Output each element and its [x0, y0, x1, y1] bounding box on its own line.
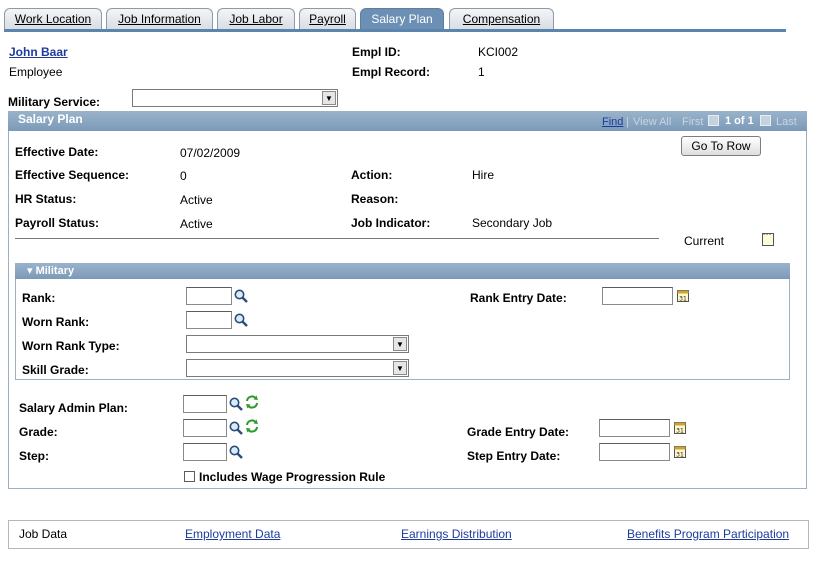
action-value: Hire [472, 168, 495, 182]
worn-rank-label: Worn Rank: [22, 315, 90, 329]
footer-earnings-distribution-link[interactable]: Earnings Distribution [401, 527, 512, 541]
empl-id-value: KCI002 [478, 45, 519, 59]
nav-separator: | [626, 116, 629, 128]
svg-text:31: 31 [679, 296, 687, 303]
tab-label: Work Location [14, 12, 92, 26]
tab-label: Compensation [462, 12, 541, 26]
wage-progression-label: Includes Wage Progression Rule [199, 470, 386, 484]
green-refresh-icon[interactable] [244, 418, 260, 434]
current-label: Current [684, 234, 725, 248]
worn-rank-type-select[interactable]: ▼ [186, 335, 409, 353]
payroll-status-value: Active [180, 217, 213, 231]
effective-sequence-value: 0 [180, 169, 187, 183]
military-title: Military [35, 265, 75, 277]
hr-status-value: Active [180, 193, 213, 207]
grade-entry-date-label: Grade Entry Date: [467, 425, 570, 439]
green-refresh-icon[interactable] [244, 394, 260, 410]
previous-arrow-icon[interactable] [708, 115, 719, 126]
chevron-down-icon: ▼ [393, 337, 407, 351]
tab-compensation[interactable]: Compensation [449, 8, 554, 29]
tab-salary-plan[interactable]: Salary Plan [360, 8, 444, 30]
calendar-icon[interactable]: 31 [672, 444, 688, 460]
tab-work-location[interactable]: Work Location [4, 8, 102, 29]
salary-plan-title: Salary Plan [18, 112, 83, 126]
first-link[interactable]: First [682, 116, 703, 128]
view-all-link[interactable]: View All [633, 116, 671, 128]
footer-job-data: Job Data [19, 527, 68, 541]
skill-grade-label: Skill Grade: [22, 363, 89, 377]
find-link[interactable]: Find [602, 116, 623, 128]
salary-plan-header: Salary Plan Find | View All First 1 of 1… [8, 111, 807, 131]
notepad-icon[interactable] [760, 231, 776, 247]
tab-payroll[interactable]: Payroll [299, 8, 356, 29]
salary-admin-plan-label: Salary Admin Plan: [19, 401, 128, 415]
footer-employment-data-link[interactable]: Employment Data [185, 527, 280, 541]
rank-input[interactable] [186, 287, 232, 305]
step-entry-date-label: Step Entry Date: [467, 449, 561, 463]
go-to-row-button[interactable]: Go To Row [681, 136, 761, 156]
worn-rank-input[interactable] [186, 311, 232, 329]
job-indicator-value: Secondary Job [472, 216, 553, 230]
magnifier-icon[interactable] [228, 444, 244, 460]
rank-entry-date-label: Rank Entry Date: [470, 291, 567, 305]
magnifier-icon[interactable] [228, 396, 244, 412]
footer-benefits-program-link[interactable]: Benefits Program Participation [627, 527, 789, 541]
chevron-down-icon: ▼ [393, 361, 407, 375]
grade-label: Grade: [19, 425, 58, 439]
rank-label: Rank: [22, 291, 56, 305]
section-divider [15, 238, 659, 239]
payroll-status-label: Payroll Status: [15, 216, 100, 230]
magnifier-icon[interactable] [233, 288, 249, 304]
tab-label: Payroll [309, 12, 346, 26]
tab-job-information[interactable]: Job Information [106, 8, 213, 29]
skill-grade-select[interactable]: ▼ [186, 359, 409, 377]
next-arrow-icon[interactable] [760, 115, 771, 126]
military-header[interactable]: ▾ Military [15, 263, 790, 279]
effective-sequence-label: Effective Sequence: [15, 168, 130, 182]
employee-role: Employee [9, 65, 63, 79]
svg-text:31: 31 [676, 452, 684, 459]
grade-input[interactable] [183, 419, 227, 437]
effective-date-label: Effective Date: [15, 145, 99, 159]
magnifier-icon[interactable] [228, 420, 244, 436]
tab-job-labor[interactable]: Job Labor [217, 8, 295, 29]
svg-text:31: 31 [676, 428, 684, 435]
tab-label: Job Information [118, 12, 201, 26]
military-service-label: Military Service: [8, 95, 101, 109]
step-input[interactable] [183, 443, 227, 461]
action-label: Action: [351, 168, 393, 182]
employee-name-link[interactable]: John Baar [9, 45, 68, 59]
job-indicator-label: Job Indicator: [351, 216, 431, 230]
magnifier-icon[interactable] [233, 312, 249, 328]
step-entry-date-input[interactable] [599, 443, 670, 461]
military-collapse-toggle[interactable]: ▾ Military [27, 264, 74, 277]
empl-id-label: Empl ID: [352, 45, 401, 59]
grade-entry-date-input[interactable] [599, 419, 670, 437]
chevron-down-icon: ▼ [322, 91, 336, 105]
row-counter: 1 of 1 [725, 115, 754, 127]
salary-admin-plan-input[interactable] [183, 395, 227, 413]
calendar-icon[interactable]: 31 [672, 420, 688, 436]
empl-record-label: Empl Record: [352, 65, 431, 79]
military-service-select[interactable]: ▼ [132, 89, 338, 107]
rank-entry-date-input[interactable] [602, 287, 673, 305]
tab-bar-underline [4, 29, 786, 32]
last-link[interactable]: Last [776, 116, 797, 128]
effective-date-value: 07/02/2009 [180, 146, 241, 160]
tab-label: Salary Plan [371, 12, 433, 26]
step-label: Step: [19, 449, 49, 463]
calendar-icon[interactable]: 31 [675, 288, 691, 304]
tab-label: Job Labor [229, 12, 283, 26]
worn-rank-type-label: Worn Rank Type: [22, 339, 120, 353]
wage-progression-checkbox[interactable] [184, 471, 195, 482]
hr-status-label: HR Status: [15, 192, 77, 206]
empl-record-value: 1 [478, 65, 485, 79]
reason-label: Reason: [351, 192, 399, 206]
